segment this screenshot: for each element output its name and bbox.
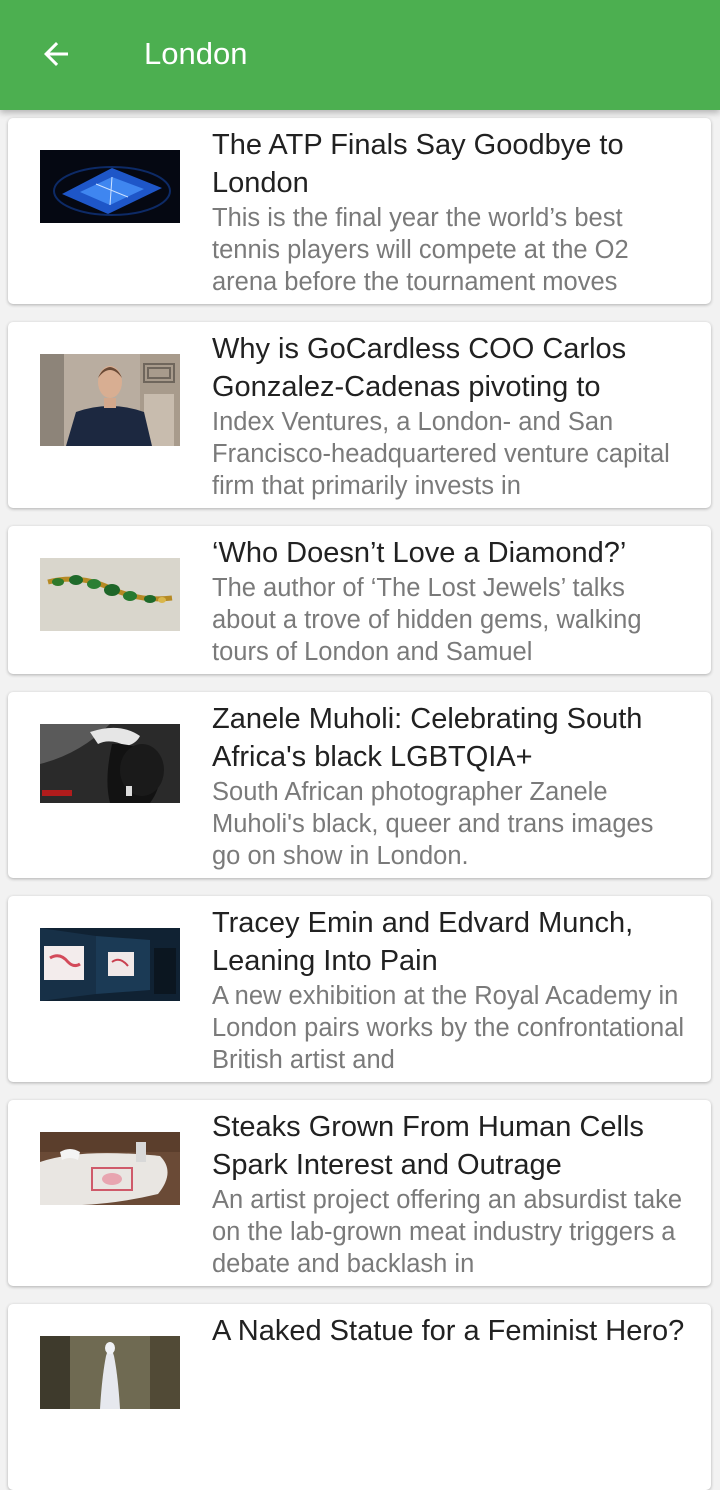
article-description: An artist project offering an absurdist … (212, 1186, 683, 1278)
article-description: South African photographer Zanele Muholi… (212, 778, 654, 870)
article-card[interactable]: Steaks Grown From Human Cells Spark Inte… (8, 1100, 711, 1286)
article-card[interactable]: The ATP Finals Say Goodbye to London Thi… (8, 118, 711, 304)
emerald-brooch-image (40, 558, 180, 631)
article-card[interactable]: ‘Who Doesn’t Love a Diamond?’ The author… (8, 526, 711, 674)
art-installation-image (40, 1132, 180, 1205)
article-title: Why is GoCardless COO Carlos Gonzalez-Ca… (212, 333, 627, 403)
article-card[interactable]: Zanele Muholi: Celebrating South Africa'… (8, 692, 711, 878)
page-title: London (144, 36, 248, 71)
article-title: Zanele Muholi: Celebrating South Africa'… (212, 703, 643, 773)
article-description: Index Ventures, a London- and San Franci… (212, 408, 670, 500)
tennis-arena-image (40, 150, 180, 223)
statue-park-image (40, 1336, 180, 1409)
back-button[interactable] (28, 30, 84, 78)
article-description: A new exhibition at the Royal Academy in… (212, 982, 685, 1074)
article-title: A Naked Statue for a Feminist Hero? (212, 1315, 685, 1347)
article-card[interactable]: Why is GoCardless COO Carlos Gonzalez-Ca… (8, 322, 711, 508)
article-title: Steaks Grown From Human Cells Spark Inte… (212, 1111, 644, 1181)
gallery-room-image (40, 928, 180, 1001)
article-title: ‘Who Doesn’t Love a Diamond?’ (212, 537, 627, 569)
article-title: Tracey Emin and Edvard Munch, Leaning In… (212, 907, 634, 977)
article-card[interactable]: A Naked Statue for a Feminist Hero? (8, 1304, 711, 1490)
article-title: The ATP Finals Say Goodbye to London (212, 129, 624, 199)
article-description: The author of ‘The Lost Jewels’ talks ab… (212, 574, 642, 666)
article-description (212, 1350, 687, 1446)
arrow-back-icon (44, 42, 68, 66)
portrait-photograph-image (40, 724, 180, 803)
man-portrait-image (40, 354, 180, 446)
app-bar: London (0, 0, 720, 110)
article-description: This is the final year the world’s best … (212, 204, 629, 296)
article-card[interactable]: Tracey Emin and Edvard Munch, Leaning In… (8, 896, 711, 1082)
